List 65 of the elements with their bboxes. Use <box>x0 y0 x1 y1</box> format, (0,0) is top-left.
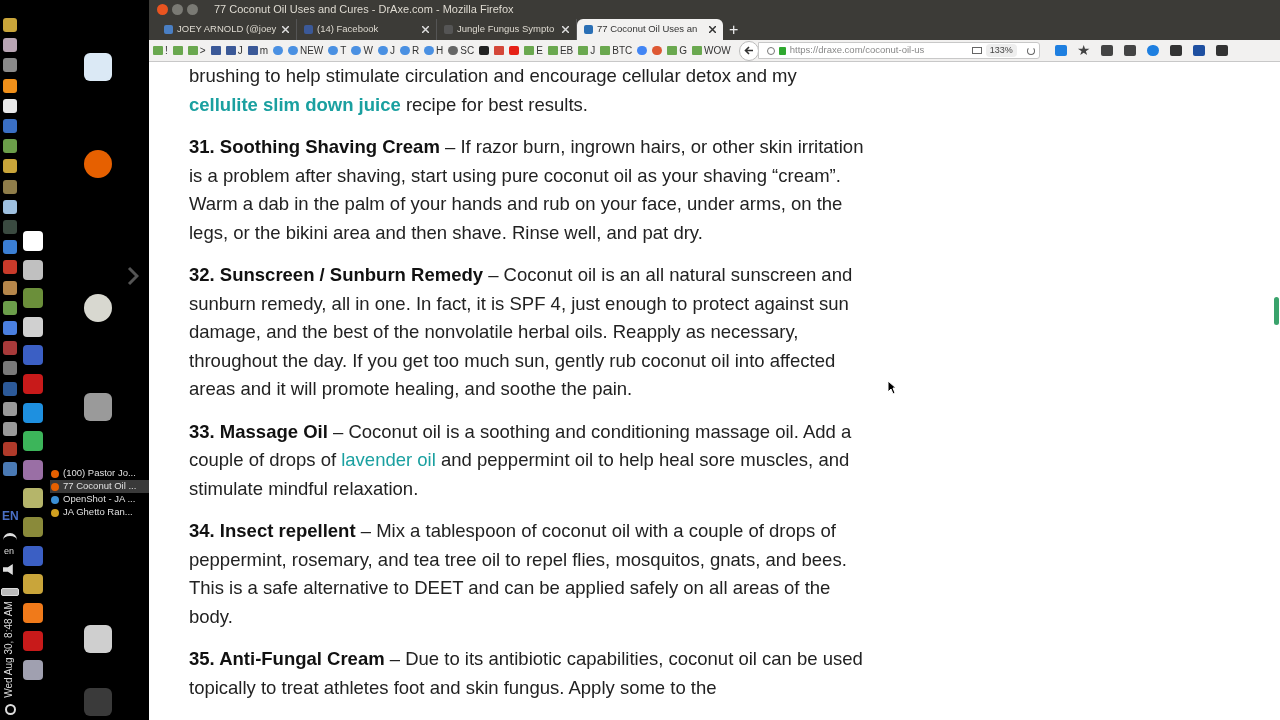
app-icon[interactable] <box>3 159 17 174</box>
bookmark[interactable]: J <box>578 43 596 58</box>
address-bar[interactable]: https://draxe.com/coconut-oil-us 133% <box>757 42 1040 59</box>
app-icon[interactable] <box>3 78 17 93</box>
maximize-icon[interactable] <box>187 3 198 15</box>
app-icon[interactable] <box>3 300 17 315</box>
app-icon[interactable] <box>23 574 43 595</box>
close-icon[interactable] <box>709 26 716 33</box>
app-icon[interactable] <box>3 139 17 154</box>
app-icon[interactable] <box>23 488 43 509</box>
article-paragraph: brushing to help stimulate circulation and encourage cellular detox and my cellulite slim down juice recipe for best results. <box>189 64 798 117</box>
bookmark[interactable]: J <box>225 43 243 58</box>
app-icon[interactable] <box>3 58 17 73</box>
back-arrow-icon <box>743 46 754 55</box>
power-icon[interactable] <box>5 704 16 715</box>
back-button[interactable] <box>738 40 759 61</box>
window-list-item[interactable]: 77 Coconut Oil ... <box>50 480 149 493</box>
bookmark[interactable]: ! <box>153 43 168 58</box>
bookmark[interactable]: > <box>187 43 206 58</box>
scrollbar[interactable] <box>1274 297 1279 325</box>
url-text: https://draxe.com/coconut-oil-us <box>789 43 926 58</box>
article-paragraph: 31. Soothing Shaving Cream – If razor burn, ingrown hairs, or other skin irritation is a problem after shaving, start using pure coconut oil as your shaving “cream”. Warm a dab in the palm of your hands and rub on your face, under arms, on the legs, or the bikini area and then shave. Rinse well, and pat dry. <box>189 135 865 245</box>
bookmark[interactable]: SC <box>448 43 475 58</box>
article-paragraph: 34. Insect repellent – Mix a tablespoon of coconut oil with a couple of drops of peppermint, rosemary, and tea tree oil to repel flies, mosquitos, gnats, and bees. This is a safe alternative to DEET and can be applied safely on all areas of the body. <box>189 519 848 629</box>
app-icon[interactable] <box>23 431 43 452</box>
app-icon[interactable] <box>3 280 17 295</box>
new-tab-button[interactable]: + <box>729 22 739 38</box>
window-list-item[interactable]: JA Ghetto Ran... <box>50 506 149 519</box>
clock[interactable]: Wed Aug 30, 8:48 AM <box>0 594 16 705</box>
chevron-right-icon[interactable] <box>127 266 139 286</box>
bookmark[interactable]: EB <box>547 43 574 58</box>
app-icon[interactable] <box>23 602 43 623</box>
article-paragraph: 32. Sunscreen / Sunburn Remedy – Coconut oil is an all natural sunscreen and sunburn remedy, all in one. In fact, it is SPF 4, just enough to protect against sun damage, and the best of the nonvolatile herbal oils. Reapply as necessary, throughout the day. If you get too much sun, gently rub coconut oil into affected areas and it will promote healing, and soothe the pain. <box>189 263 854 401</box>
bookmark[interactable]: NEW <box>287 43 324 58</box>
article-paragraph: 35. Anti-Fungal Cream – Due to its antibiotic capabilities, coconut oil can be used topically to treat athletes foot and skin fungus. Apply some to the <box>189 647 864 700</box>
bookmark[interactable]: WOW <box>692 43 731 58</box>
app-icon[interactable] <box>3 199 17 214</box>
minimize-icon[interactable] <box>172 3 183 15</box>
app-icon[interactable] <box>23 316 43 337</box>
window-list-item[interactable]: (100) Pastor Jo... <box>50 467 149 480</box>
app-icon[interactable] <box>23 402 43 423</box>
cursor-icon <box>887 380 897 395</box>
bookmark[interactable]: E <box>524 43 543 58</box>
app-icon[interactable] <box>23 231 43 251</box>
language-indicator[interactable]: en <box>4 545 14 559</box>
bookmark[interactable]: G <box>667 43 688 58</box>
tab[interactable]: 77 Coconut Oil Uses an <box>577 19 723 40</box>
bookmark[interactable]: BTC <box>600 43 633 58</box>
window-title: 77 Coconut Oil Uses and Cures - DrAxe.com - Mozilla Firefox <box>214 1 514 17</box>
bookmark[interactable]: J <box>377 43 395 58</box>
app-icon[interactable] <box>3 401 17 416</box>
bookmark[interactable]: H <box>424 43 444 58</box>
article-paragraph: 33. Massage Oil – Coconut oil is a soothing and conditioning massage oil. Add a couple of drops of lavender oil and peppermint oil to help heal sore muscles, and stimulate mindful relaxation. <box>189 419 853 501</box>
keyboard-indicator[interactable]: EN <box>2 507 19 525</box>
reader-view-icon[interactable] <box>971 47 982 54</box>
window-list-item[interactable]: OpenShot - JA ... <box>50 493 149 506</box>
battery-icon[interactable] <box>1 588 19 596</box>
zoom-indicator[interactable]: 133% <box>985 43 1017 58</box>
app-icon[interactable] <box>23 259 43 280</box>
app-icon[interactable] <box>3 98 17 113</box>
app-icon[interactable] <box>3 38 17 53</box>
bookmark[interactable]: T <box>328 43 347 58</box>
bookmark[interactable]: m <box>247 43 268 58</box>
bookmark[interactable]: R <box>399 43 420 58</box>
bookmark[interactable]: W <box>351 43 373 58</box>
